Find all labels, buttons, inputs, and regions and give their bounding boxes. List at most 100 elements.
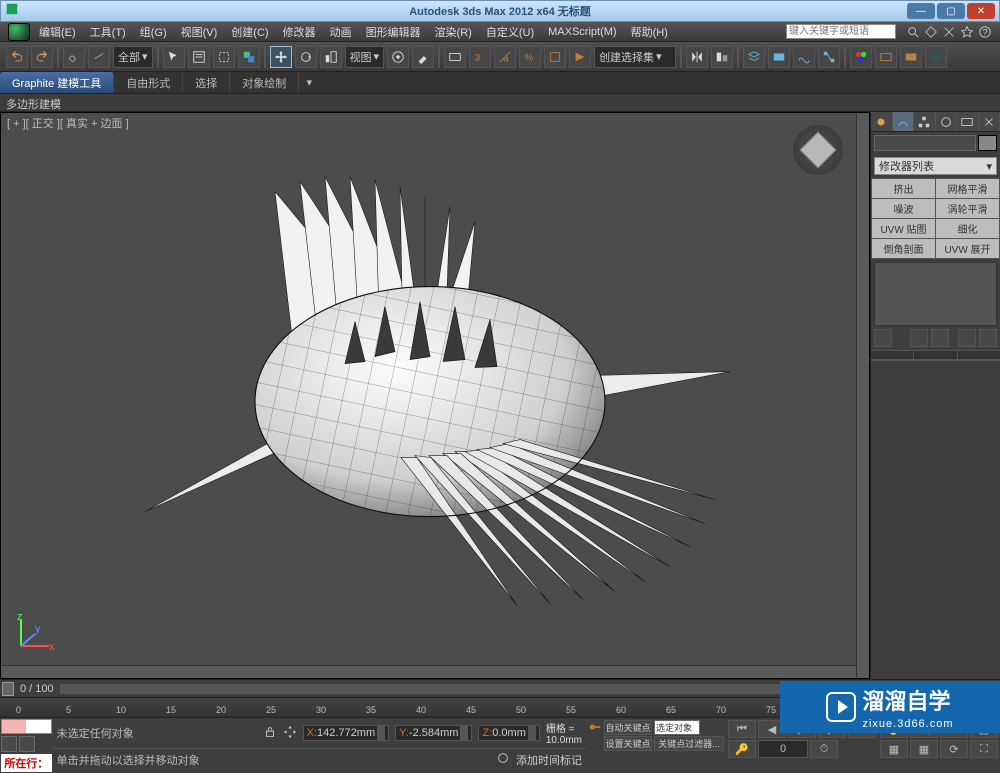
layer-manager-button[interactable] [743, 46, 765, 68]
graphite-toggle-button[interactable] [768, 46, 790, 68]
key-mode-toggle-button[interactable]: 🔑 [728, 740, 756, 758]
render-setup-button[interactable] [875, 46, 897, 68]
redo-button[interactable] [31, 46, 53, 68]
auto-key-button[interactable]: 自动关键点 [604, 720, 652, 735]
remove-modifier-button[interactable] [958, 329, 976, 347]
modifier-meshsmooth[interactable]: 网格平滑 [936, 179, 999, 198]
subscription-icon[interactable] [924, 25, 938, 39]
menu-group[interactable]: 组(G) [135, 22, 172, 42]
rectangular-selection-button[interactable] [213, 46, 235, 68]
window-crossing-button[interactable] [238, 46, 260, 68]
mirror-button[interactable] [686, 46, 708, 68]
add-time-tag-button[interactable]: 添加时间标记 [516, 752, 582, 768]
ribbon-expand-button[interactable]: ▾ [299, 76, 319, 89]
select-object-button[interactable] [163, 46, 185, 68]
menu-create[interactable]: 创建(C) [226, 22, 273, 42]
close-button[interactable]: ✕ [967, 3, 995, 19]
macro-prev-button[interactable] [1, 736, 17, 752]
menu-help[interactable]: 帮助(H) [626, 22, 673, 42]
minimize-button[interactable]: — [907, 3, 935, 19]
menu-animation[interactable]: 动画 [325, 22, 357, 42]
link-button[interactable] [63, 46, 85, 68]
keyboard-shortcut-override-button[interactable] [444, 46, 466, 68]
menu-edit[interactable]: 编辑(E) [34, 22, 81, 42]
cmd-tab-display[interactable] [957, 112, 979, 131]
material-editor-button[interactable] [850, 46, 872, 68]
menu-render[interactable]: 渲染(R) [430, 22, 477, 42]
menu-tools[interactable]: 工具(T) [85, 22, 131, 42]
help-icon[interactable]: ? [978, 25, 992, 39]
y-coord-input[interactable]: Y:-2.584mm [395, 725, 472, 741]
cmd-tab-motion[interactable] [936, 112, 958, 131]
set-key-button[interactable]: 设置关键点 [604, 736, 652, 751]
undo-button[interactable] [6, 46, 28, 68]
object-color-swatch[interactable] [978, 135, 997, 151]
pin-stack-button[interactable] [874, 329, 892, 347]
modifier-list-dropdown[interactable]: 修改器列表▾ [874, 157, 997, 175]
favorites-icon[interactable] [960, 25, 974, 39]
named-selection-dropdown[interactable]: 创建选择集▾ [594, 46, 676, 68]
goto-start-button[interactable]: ⏮ [728, 720, 756, 738]
select-and-move-button[interactable] [270, 46, 292, 68]
rendered-frame-window-button[interactable] [900, 46, 922, 68]
select-and-scale-button[interactable] [320, 46, 342, 68]
maximize-button[interactable]: ▢ [937, 3, 965, 19]
object-name-field[interactable] [874, 135, 976, 151]
make-unique-button[interactable] [931, 329, 949, 347]
modifier-uvwunwrap[interactable]: UVW 展开 [936, 239, 999, 258]
cmd-tab-utilities[interactable] [979, 112, 1000, 131]
modifier-stack[interactable] [874, 262, 997, 326]
menu-modifiers[interactable]: 修改器 [278, 22, 321, 42]
snap-toggle-button[interactable]: 3 [469, 46, 491, 68]
zoom-extents-all-button[interactable]: ▦ [910, 740, 938, 758]
select-and-rotate-button[interactable] [295, 46, 317, 68]
help-search-input[interactable] [786, 24, 896, 39]
viewport-scrollbar-vertical[interactable] [856, 113, 869, 678]
modifier-extrude[interactable]: 挤出 [872, 179, 935, 198]
macro-rec-button[interactable] [19, 736, 35, 752]
time-configuration-button[interactable]: ⏱ [810, 740, 838, 758]
cmd-tab-modify[interactable] [893, 112, 915, 131]
schematic-view-button[interactable] [818, 46, 840, 68]
ribbon-panel-label[interactable]: 多边形建模 [0, 94, 1000, 112]
viewport-label[interactable]: [ + ][ 正交 ][ 真实 + 边面 ] [7, 115, 129, 131]
menu-customize[interactable]: 自定义(U) [481, 22, 539, 42]
menu-grapheditors[interactable]: 图形编辑器 [361, 22, 426, 42]
ribbon-tab-freeform[interactable]: 自由形式 [114, 72, 183, 93]
ribbon-tab-selection[interactable]: 选择 [183, 72, 230, 93]
reference-coord-dropdown[interactable]: 视图▾ [345, 46, 385, 68]
menu-view[interactable]: 视图(V) [176, 22, 223, 42]
modifier-uvwmap[interactable]: UVW 贴图 [872, 219, 935, 238]
configure-modifier-sets-button[interactable] [979, 329, 997, 347]
select-by-name-button[interactable] [188, 46, 210, 68]
unlink-button[interactable] [88, 46, 110, 68]
key-filters-button[interactable]: 关键点过滤器... [654, 736, 724, 751]
current-frame-input[interactable]: 0 [758, 740, 808, 758]
z-coord-input[interactable]: Z:0.0mm [478, 725, 539, 741]
cmd-tab-hierarchy[interactable] [914, 112, 936, 131]
use-pivot-center-button[interactable] [387, 46, 409, 68]
x-coord-input[interactable]: X:142.772mm [303, 725, 390, 741]
ribbon-tab-object-paint[interactable]: 对象绘制 [230, 72, 299, 93]
curve-editor-button[interactable] [793, 46, 815, 68]
absolute-mode-icon[interactable] [283, 725, 297, 742]
ribbon-tab-graphite[interactable]: Graphite 建模工具 [0, 72, 114, 93]
align-button[interactable] [711, 46, 733, 68]
viewcube[interactable] [793, 125, 843, 175]
orbit-button[interactable]: ⟳ [940, 740, 968, 758]
key-mode-icon[interactable] [588, 720, 602, 751]
viewport-scrollbar-horizontal[interactable] [1, 665, 856, 678]
menu-maxscript[interactable]: MAXScript(M) [543, 24, 621, 40]
infocenter-search-icon[interactable] [906, 25, 920, 39]
modifier-bevelprofile[interactable]: 倒角剖面 [872, 239, 935, 258]
exchange-icon[interactable] [942, 25, 956, 39]
viewport[interactable]: [ + ][ 正交 ][ 真实 + 边面 ] [0, 112, 870, 679]
render-production-button[interactable] [925, 46, 947, 68]
lock-selection-icon[interactable] [263, 725, 277, 742]
spinner-snap-button[interactable] [544, 46, 566, 68]
modifier-noise[interactable]: 噪波 [872, 199, 935, 218]
cmd-tab-create[interactable] [871, 112, 893, 131]
maximize-viewport-button[interactable]: ⛶ [970, 740, 998, 758]
modifier-turbosmooth[interactable]: 涡轮平滑 [936, 199, 999, 218]
maxscript-mini-listener[interactable] [1, 719, 52, 734]
